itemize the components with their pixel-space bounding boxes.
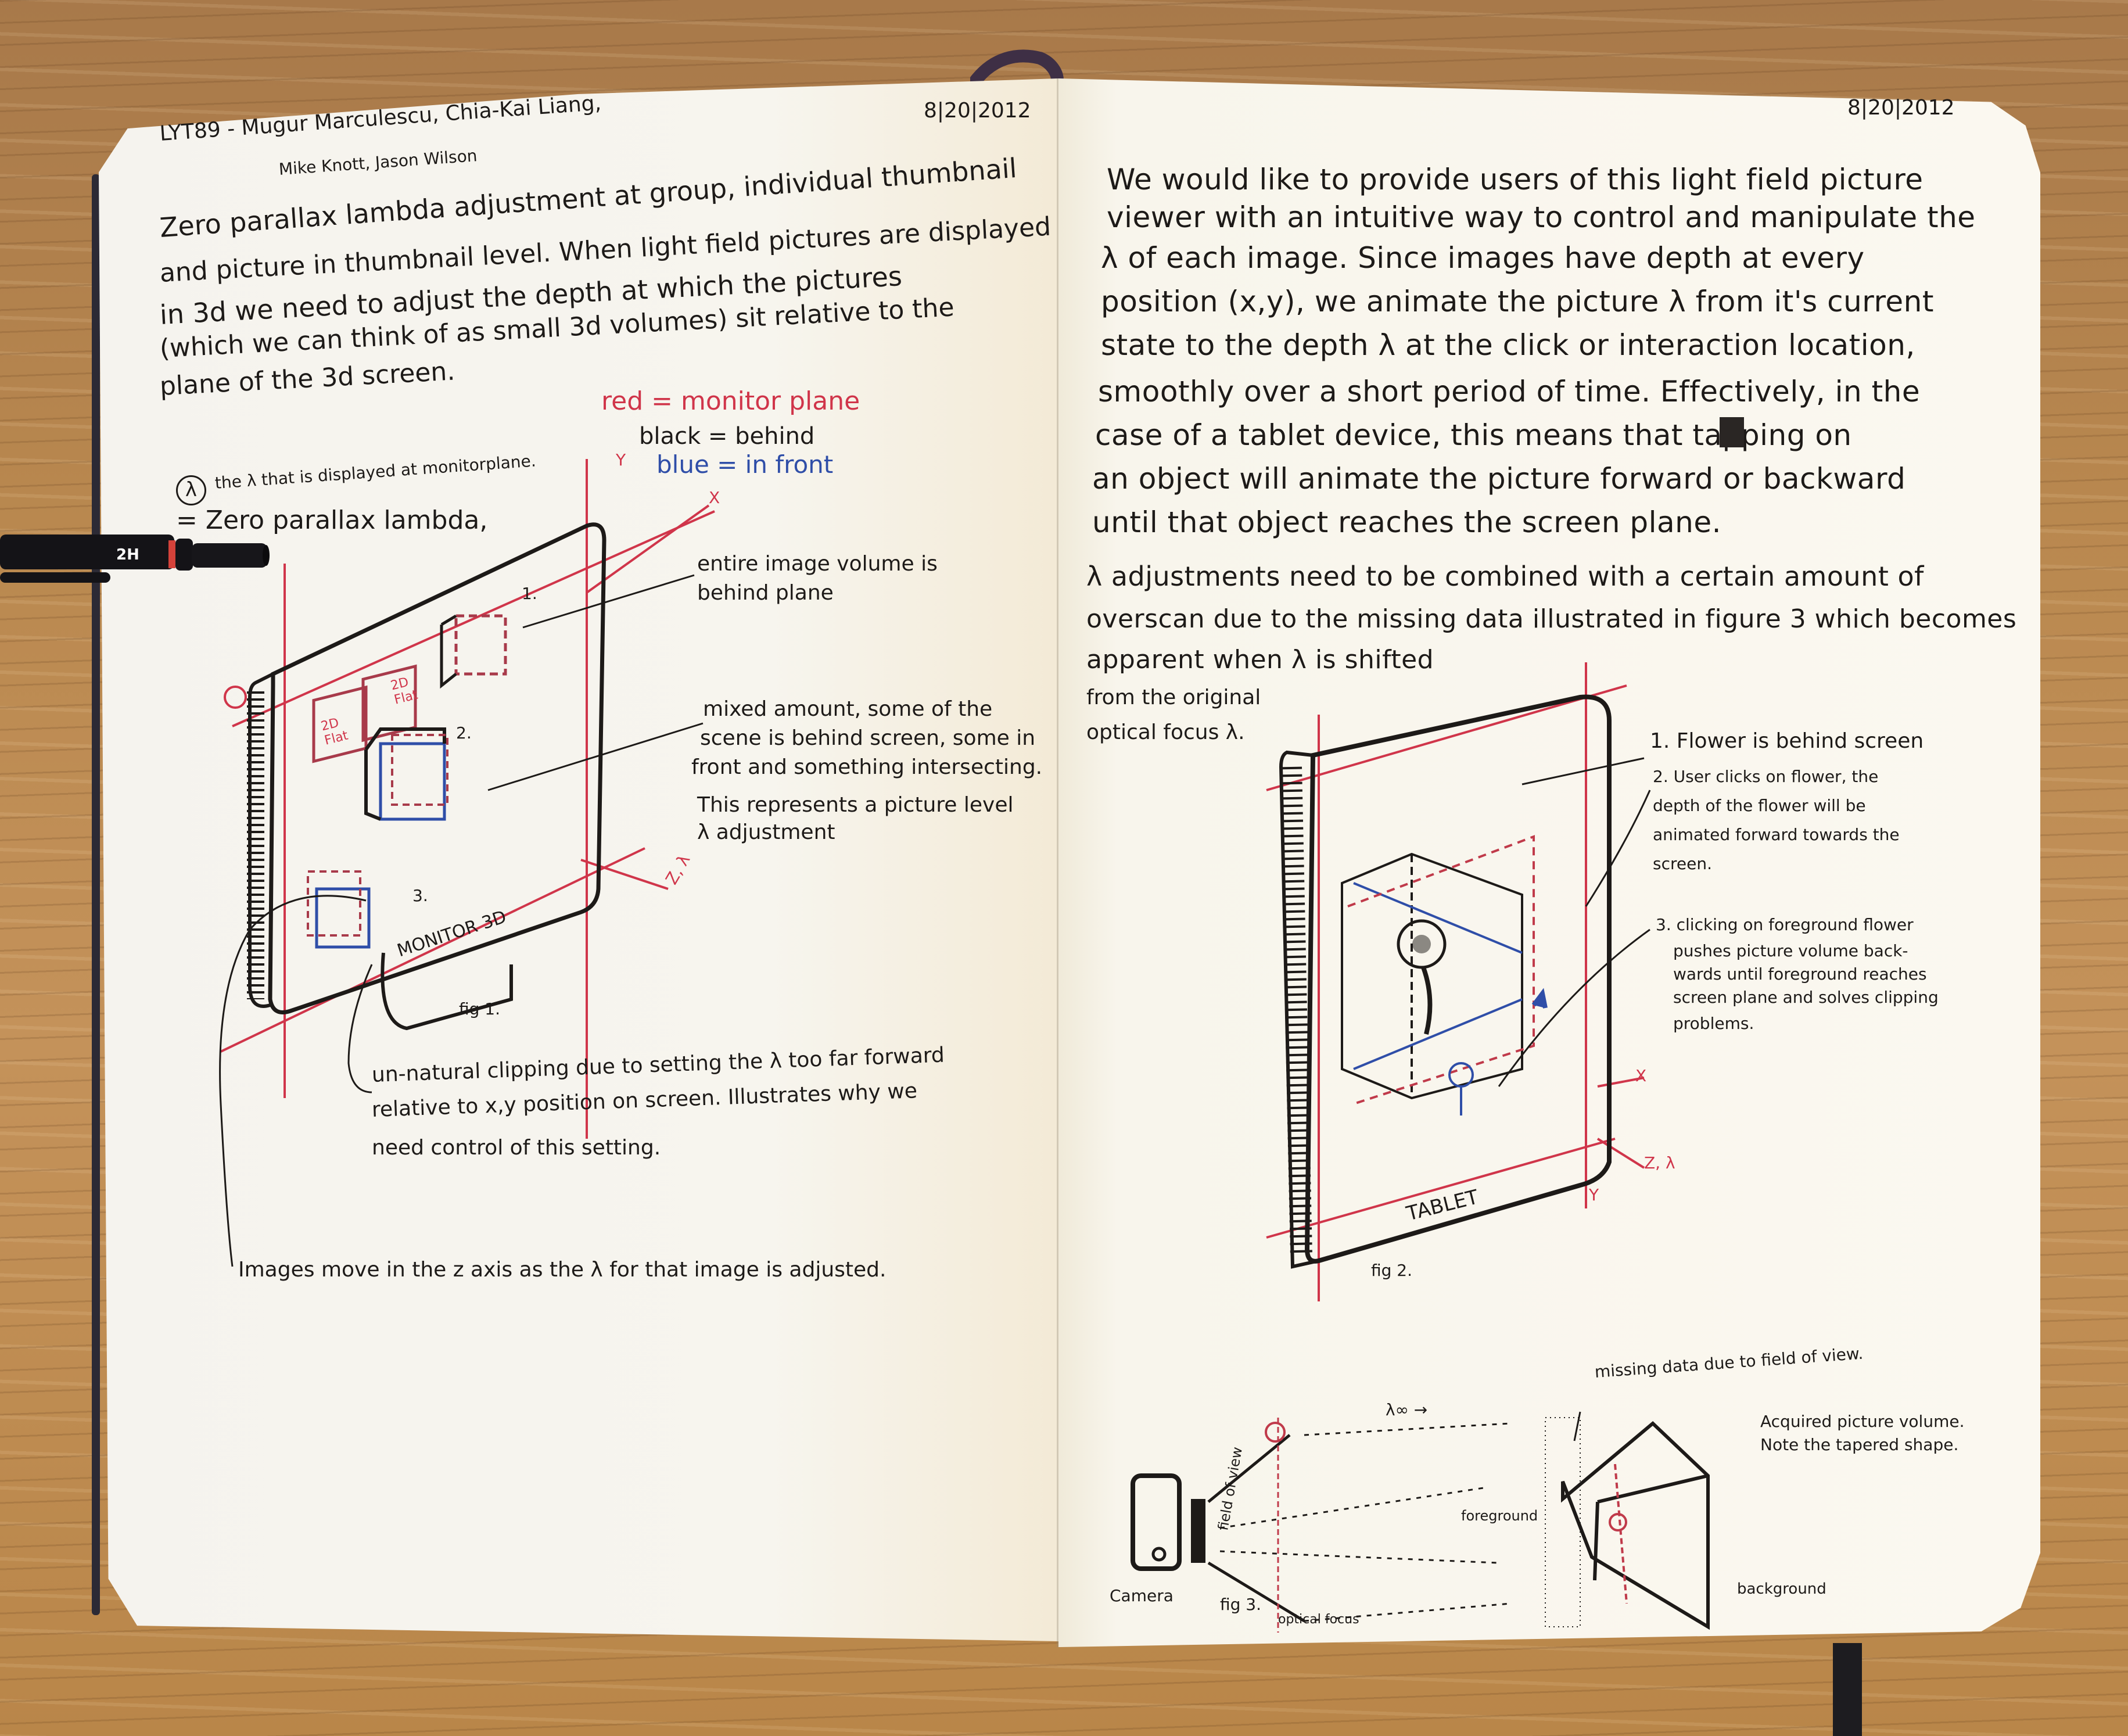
paragraph-line: position (x,y), we animate the picture λ…: [1101, 285, 1934, 318]
fig3-camera-label: Camera: [1110, 1586, 1174, 1605]
fig2-axis-x-label: X: [1635, 1066, 1647, 1085]
annotation-entire-volume-line: behind plane: [697, 581, 834, 605]
fig1-axis-y-label: Y: [616, 450, 626, 469]
fig2-step-3-line: wards until foreground reaches: [1673, 964, 1927, 984]
ink-blot-redaction: [1720, 417, 1744, 447]
bookmark-ribbon-top: [970, 49, 1064, 81]
fig1-axis-x-label: X: [709, 488, 720, 507]
paragraph-line: We would like to provide users of this l…: [1107, 163, 1924, 196]
fig2-step-2-line: 2. User clicks on flower, the: [1653, 767, 1879, 786]
fig1-marker-2: 2.: [456, 723, 472, 743]
lambda-circle-icon: λ: [175, 475, 206, 505]
fig2-step-3-line: 3. clicking on foreground flower: [1656, 915, 1914, 934]
fig2-step-2-line: screen.: [1653, 854, 1712, 873]
paragraph-line: an object will animate the picture forwa…: [1092, 462, 1906, 496]
annotation-mixed-line: front and something intersecting.: [691, 755, 1043, 779]
annotation-mixed-line: This represents a picture level: [697, 793, 1014, 817]
fig2-step-1: 1. Flower is behind screen: [1650, 729, 1924, 753]
paragraph-line: smoothly over a short period of time. Ef…: [1098, 375, 1921, 408]
fig3-caption: fig 3.: [1220, 1595, 1262, 1614]
paragraph-line: overscan due to the missing data illustr…: [1086, 604, 2017, 634]
notebook-cover-edge: [92, 174, 100, 1615]
right-page-date: 8|20|2012: [1847, 96, 1955, 120]
fig3-volume-note-line: Note the tapered shape.: [1760, 1435, 1959, 1454]
fig2-caption: fig 2.: [1371, 1261, 1413, 1280]
annotation-mixed-line: scene is behind screen, some in: [700, 726, 1036, 750]
fig2-step-3-line: problems.: [1673, 1014, 1754, 1033]
notebook-spine: [1057, 78, 1058, 1647]
annotation-mixed-line: λ adjustment: [697, 820, 835, 844]
annotation-entire-volume-line: entire image volume is: [697, 552, 938, 576]
paragraph-line: λ of each image. Since images have depth…: [1101, 241, 1865, 275]
fig2-axis-y-label: Y: [1589, 1185, 1599, 1204]
paragraph-line: apparent when λ is shifted: [1086, 645, 1434, 675]
fig2-step-3-line: pushes picture volume back-: [1673, 941, 1908, 960]
fig3-infinity-label: λ∞ →: [1386, 1400, 1428, 1419]
paragraph-line: viewer with an intuitive way to control …: [1107, 200, 1976, 234]
paragraph-line: until that object reaches the screen pla…: [1092, 505, 1721, 539]
bookmark-ribbon-bottom: [1833, 1643, 1862, 1736]
fig2-axis-z-label: Z, λ: [1644, 1153, 1675, 1172]
lambda-definition-title: = Zero parallax lambda,: [175, 505, 488, 535]
paragraph-line: optical focus λ.: [1086, 720, 1245, 744]
pencil-grade-label: 2H: [116, 546, 139, 564]
fig1-marker-3: 3.: [412, 886, 428, 905]
fig3-foreground-label: foreground: [1461, 1508, 1538, 1524]
legend-red: red = monitor plane: [601, 386, 860, 416]
annotation-clipping-line: need control of this setting.: [372, 1136, 661, 1160]
annotation-z-axis: Images move in the z axis as the λ for t…: [238, 1258, 887, 1282]
fig2-step-2-line: depth of the flower will be: [1653, 796, 1866, 815]
fig1-caption: fig 1.: [459, 999, 501, 1018]
fig3-volume-note-line: Acquired picture volume.: [1760, 1412, 1965, 1431]
paragraph-line: from the original: [1086, 686, 1261, 709]
left-page-date: 8|20|2012: [924, 99, 1031, 123]
annotation-mixed-line: mixed amount, some of the: [703, 697, 993, 721]
legend-black: black = behind: [639, 423, 815, 450]
fig1-marker-1: 1.: [522, 584, 537, 603]
fig2-step-2-line: animated forward towards the: [1653, 825, 1900, 844]
legend-blue: blue = in front: [656, 450, 834, 479]
paragraph-line: λ adjustments need to be combined with a…: [1086, 561, 1924, 592]
fig2-step-3-line: screen plane and solves clipping: [1673, 988, 1939, 1007]
paragraph-line: state to the depth λ at the click or int…: [1101, 328, 1915, 362]
fig3-optical-focus-label: optical focus: [1278, 1612, 1359, 1627]
fig3-background-label: background: [1737, 1580, 1826, 1598]
